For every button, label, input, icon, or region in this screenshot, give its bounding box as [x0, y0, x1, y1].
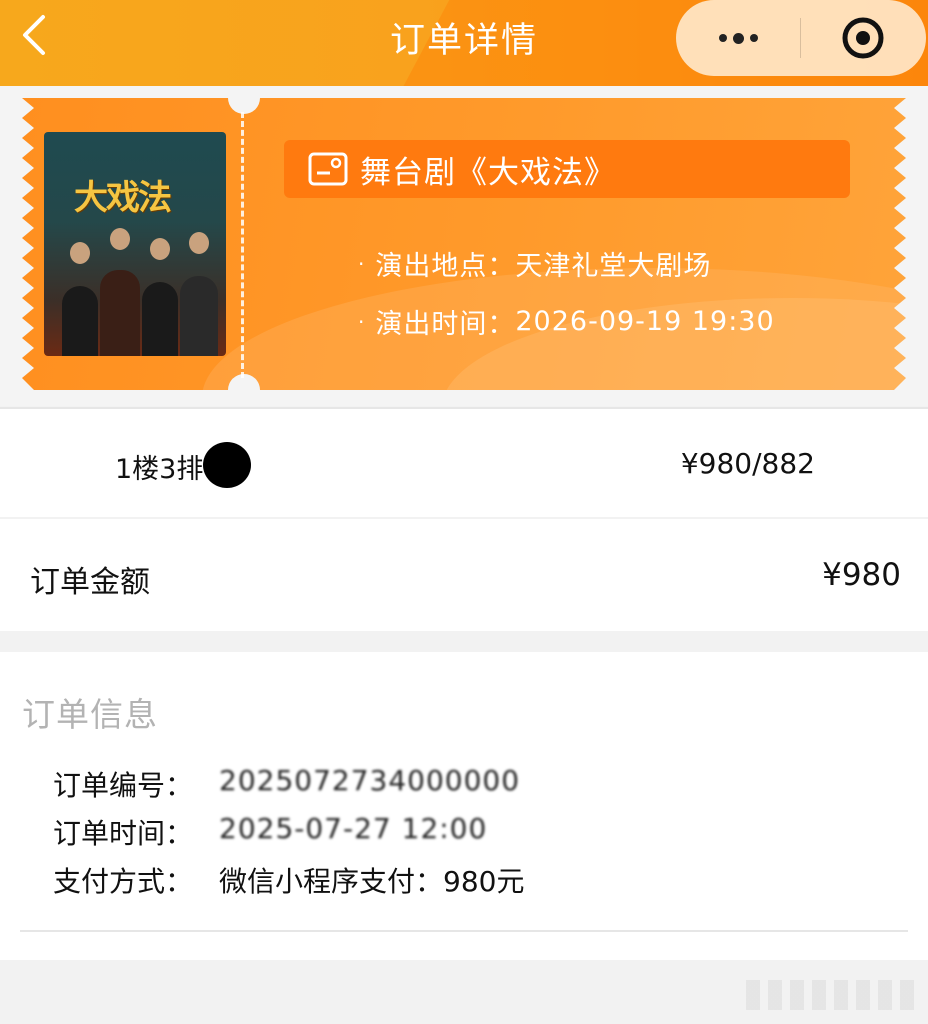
order-number-label: 订单编号：	[53, 769, 194, 802]
ticket-icon	[308, 152, 348, 186]
showtime-bullet: ·	[358, 309, 366, 334]
show-title: 舞台剧《大戏法》	[360, 154, 616, 191]
ticket-card[interactable]: 大戏法 舞台剧《大戏法》 · 演出地点： 天津礼堂大剧场 · 演出时间： 202…	[22, 98, 906, 390]
order-time-label: 订单时间：	[53, 817, 194, 850]
showtime-value: 2026-09-19 19:30	[515, 306, 775, 337]
showtime-line: · 演出时间： 2026-09-19 19:30	[358, 302, 775, 341]
ticket-notch-top	[228, 98, 260, 114]
showtime-label: 演出时间：	[375, 309, 516, 340]
ticket-section: 大戏法 舞台剧《大戏法》 · 演出地点： 天津礼堂大剧场 · 演出时间： 202…	[0, 86, 928, 406]
show-poster[interactable]: 大戏法	[44, 132, 226, 356]
ticket-edge-left	[22, 98, 34, 390]
seat-price: ¥980/882	[680, 447, 815, 480]
watermark	[746, 980, 916, 1010]
order-number-value[interactable]: 2025072734000000	[219, 764, 520, 804]
venue-label: 演出地点：	[375, 251, 516, 282]
payment-method-value: 微信小程序支付：980元	[219, 865, 525, 898]
venue-value: 天津礼堂大剧场	[515, 251, 712, 282]
ticket-perforation	[241, 112, 244, 378]
nav-bar: 订单详情	[0, 0, 928, 86]
close-mini-program-button[interactable]	[801, 0, 925, 76]
more-dots-icon	[718, 32, 758, 44]
show-title-bar: 舞台剧《大戏法》	[284, 140, 850, 198]
venue-bullet: ·	[358, 251, 366, 276]
bottom-spacer	[0, 960, 928, 1024]
mini-program-capsule	[676, 0, 926, 76]
payment-method-label: 支付方式：	[53, 865, 194, 898]
order-amount-label: 订单金额	[30, 565, 150, 600]
order-info-section: 订单信息 订单编号： 2025072734000000 订单时间： 2025-0…	[0, 652, 928, 960]
order-amount-value: ¥980	[822, 557, 901, 593]
order-info-heading: 订单信息	[22, 695, 158, 734]
section-divider	[20, 930, 908, 932]
order-time-value: 2025-07-27 12:00	[219, 812, 488, 845]
order-time-row: 订单时间： 2025-07-27 12:00	[53, 812, 487, 852]
ticket-edge-right	[894, 98, 906, 390]
order-amount-row: 订单金额 ¥980	[0, 519, 928, 631]
seat-row: 1楼3排 号 ¥980/882	[0, 407, 928, 517]
redaction-mark	[203, 442, 251, 488]
venue-line: · 演出地点： 天津礼堂大剧场	[358, 244, 711, 283]
more-button[interactable]	[676, 0, 800, 76]
poster-title: 大戏法	[74, 178, 172, 218]
target-icon	[842, 17, 884, 59]
order-number-row: 订单编号： 2025072734000000	[53, 764, 520, 804]
payment-method-row: 支付方式： 微信小程序支付：980元	[53, 860, 524, 900]
